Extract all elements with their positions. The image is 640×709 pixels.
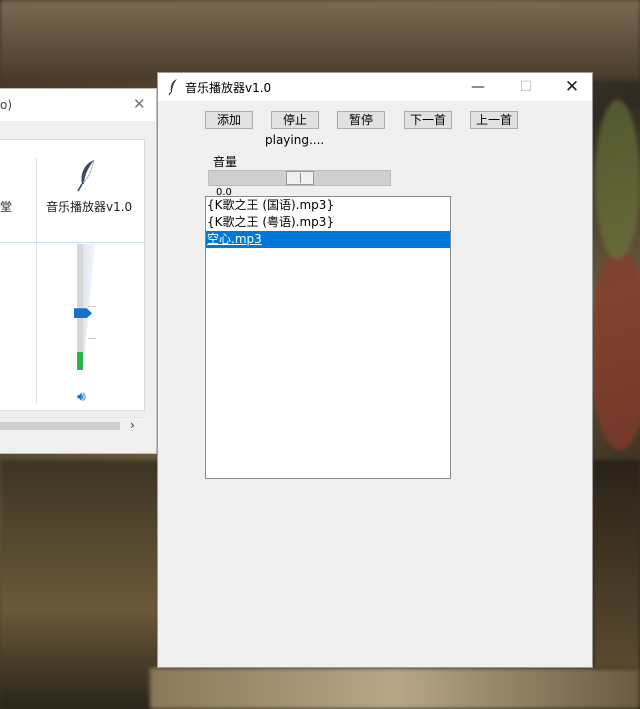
mixer-scroll-thumb[interactable] xyxy=(0,422,120,430)
desktop-wallpaper-detail xyxy=(590,250,640,450)
close-icon[interactable]: ✕ xyxy=(550,73,594,101)
stop-button[interactable]: 停止 xyxy=(271,111,319,129)
volume-slider-thumb[interactable] xyxy=(285,171,314,185)
playlist-item[interactable]: {K歌之王 (粤语).mp3} xyxy=(206,214,450,231)
mixer-horizontal-scrollbar[interactable]: › xyxy=(0,417,144,434)
mixer-title: o) xyxy=(0,98,13,112)
desktop-wallpaper-detail xyxy=(595,100,640,260)
mixer-separator xyxy=(0,242,144,243)
mixer-panel: 堂 音乐播放器v1.0 🔊︎ xyxy=(0,139,145,411)
playback-status: playing.... xyxy=(265,133,325,147)
window-title: 音乐播放器v1.0 xyxy=(185,81,272,95)
speaker-icon[interactable]: 🔊︎ xyxy=(77,389,86,405)
next-track-button[interactable]: 下一首 xyxy=(404,111,452,129)
playlist-item[interactable]: 空心.mp3 xyxy=(206,231,450,248)
desktop-wallpaper xyxy=(0,0,640,80)
volume-value: 0.0 xyxy=(216,188,232,196)
feather-icon xyxy=(168,79,177,96)
mixer-close-icon[interactable]: ✕ xyxy=(133,95,146,113)
music-player-window: 音乐播放器v1.0 — ☐ ✕ 添加 停止 暂停 下一首 上一首 playing… xyxy=(157,72,593,668)
add-button[interactable]: 添加 xyxy=(205,111,253,129)
desktop-wallpaper-detail xyxy=(0,460,160,709)
volume-mixer-window: o) ✕ 堂 音乐播放器v1.0 🔊︎ › xyxy=(0,88,157,454)
desktop-wallpaper-detail xyxy=(150,668,640,709)
chevron-right-icon[interactable]: › xyxy=(130,418,135,432)
window-titlebar[interactable]: 音乐播放器v1.0 — ☐ ✕ xyxy=(158,73,592,101)
mixer-device-label: 堂 xyxy=(0,200,13,214)
minimize-icon[interactable]: — xyxy=(456,73,500,101)
mixer-tick xyxy=(88,338,96,339)
volume-slider[interactable] xyxy=(208,170,391,186)
playlist-item[interactable]: {K歌之王 (国语).mp3} xyxy=(206,197,450,214)
playlist-listbox[interactable]: {K歌之王 (国语).mp3} {K歌之王 (粤语).mp3} 空心.mp3 xyxy=(205,196,451,479)
mixer-peak-meter xyxy=(77,352,83,370)
pause-button[interactable]: 暂停 xyxy=(337,111,385,129)
mixer-level-cone xyxy=(83,244,95,370)
mixer-tick xyxy=(88,306,96,307)
maximize-icon[interactable]: ☐ xyxy=(504,73,548,101)
mixer-titlebar[interactable]: o) ✕ xyxy=(0,89,156,121)
mixer-app-label: 音乐播放器v1.0 xyxy=(46,200,133,214)
volume-label: 音量 xyxy=(213,155,238,169)
desktop-wallpaper-detail xyxy=(593,460,640,669)
mixer-volume-thumb[interactable] xyxy=(74,308,92,319)
previous-track-button[interactable]: 上一首 xyxy=(470,111,518,129)
mixer-divider xyxy=(36,158,37,404)
feather-icon xyxy=(77,159,95,192)
